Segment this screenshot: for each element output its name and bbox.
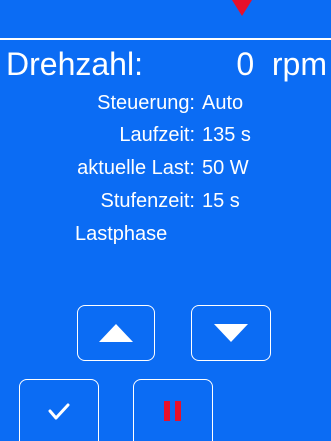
status-row-load: aktuelle Last: 50 W [0,157,331,183]
status-key: Stufenzeit: [100,190,195,212]
pause-icon [164,400,181,421]
down-button[interactable] [191,305,271,361]
status-key: Laufzeit: [119,124,195,146]
up-button[interactable] [77,305,155,361]
confirm-button[interactable] [19,379,99,441]
status-value: Auto [202,92,244,114]
down-triangle-marker-icon [232,0,252,16]
phase-label: Lastphase [75,223,168,245]
down-arrow-icon [214,324,248,342]
status-row-stage-time: Stufenzeit: 15 s [0,190,331,216]
status-row-runtime: Laufzeit: 135 s [0,124,331,150]
status-key: aktuelle Last: [77,157,195,179]
status-value: 15 s [202,190,240,212]
pause-button[interactable] [133,379,213,441]
status-value: 50 W [202,157,249,179]
up-arrow-icon [99,324,133,342]
status-value: 135 s [202,124,251,146]
speed-value: 0 rpm [236,46,327,83]
status-key: Steuerung: [97,92,195,114]
status-row-control: Steuerung: Auto [0,92,331,118]
speed-unit: rpm [271,46,327,82]
checkmark-icon [48,403,70,419]
speed-number: 0 [236,46,255,82]
speed-label: Drehzahl: [6,46,143,82]
header-divider [0,38,331,40]
